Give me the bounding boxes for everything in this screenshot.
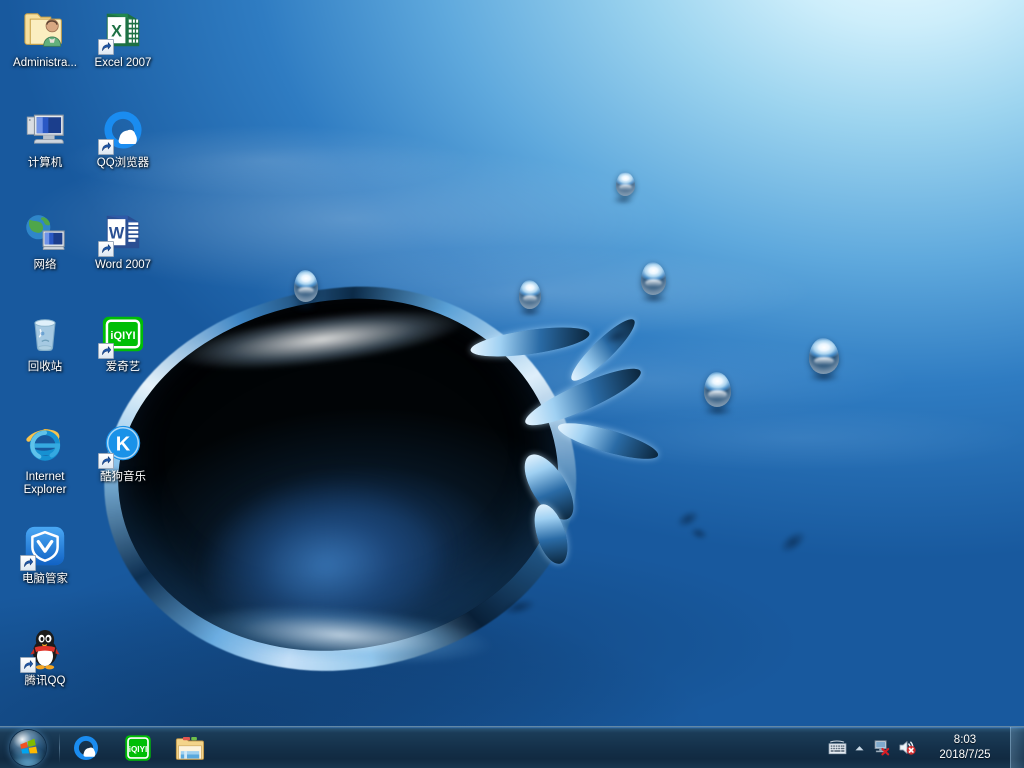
user-folder-icon bbox=[21, 6, 69, 54]
windows-logo-orb-icon bbox=[10, 729, 46, 766]
tray-icon-ime[interactable] bbox=[825, 733, 849, 763]
taskbar-divider bbox=[59, 732, 60, 763]
shortcut-overlay-icon bbox=[98, 343, 114, 359]
system-tray[interactable]: 8:03 2018/7/25 bbox=[824, 726, 1024, 768]
show-desktop-button[interactable] bbox=[1010, 726, 1024, 768]
qq-browser-icon bbox=[98, 106, 147, 155]
keyboard-ime-icon bbox=[828, 740, 846, 755]
desktop-icon-administrator[interactable]: Administra... bbox=[6, 6, 84, 70]
shortcut-overlay-icon bbox=[20, 657, 36, 673]
taskbar-clock[interactable]: 8:03 2018/7/25 bbox=[926, 727, 1004, 768]
clock-time: 8:03 bbox=[953, 733, 977, 746]
taskbar-item-explorer[interactable] bbox=[167, 729, 213, 767]
desktop-icon-iqiyi[interactable]: iQIYI 爱奇艺 bbox=[84, 310, 162, 374]
desktop-icon-label: Excel 2007 bbox=[94, 57, 152, 69]
iqiyi-icon: iQIYI bbox=[125, 734, 151, 761]
chevron-up-icon bbox=[854, 745, 864, 750]
desktop-icon-excel-2007[interactable]: X Excel 2007 bbox=[84, 6, 162, 70]
desktop-icon-qq-browser[interactable]: QQ浏览器 bbox=[84, 106, 162, 170]
recycle-bin-icon bbox=[21, 310, 69, 358]
kugou-icon: K bbox=[98, 420, 147, 469]
desktop-icon-label: Administra... bbox=[13, 57, 77, 69]
shortcut-overlay-icon bbox=[98, 453, 114, 469]
desktop-icon-network[interactable]: 网络 bbox=[6, 208, 84, 272]
network-disconnected-icon bbox=[874, 740, 890, 756]
shortcut-overlay-icon bbox=[98, 139, 114, 155]
desktop-icon-label: Internet Explorer bbox=[23, 471, 67, 496]
desktop-icon-recycle-bin[interactable]: 回收站 bbox=[6, 310, 84, 374]
folder-explorer-icon bbox=[175, 736, 205, 760]
iqiyi-icon: iQIYI bbox=[98, 310, 147, 359]
volume-muted-icon bbox=[898, 741, 916, 755]
desktop-icon-kugou-music[interactable]: K 酷狗音乐 bbox=[84, 420, 162, 484]
tray-show-hidden-icons[interactable] bbox=[850, 733, 868, 763]
taskbar-item-iqiyi[interactable]: iQIYI bbox=[115, 729, 161, 767]
svg-text:X: X bbox=[111, 23, 122, 41]
desktop-icon-label: 腾讯QQ bbox=[24, 675, 66, 687]
qq-browser-icon bbox=[74, 735, 98, 760]
desktop-icon-label: 酷狗音乐 bbox=[100, 471, 146, 483]
svg-text:K: K bbox=[116, 434, 131, 456]
svg-text:W: W bbox=[109, 225, 125, 243]
shortcut-overlay-icon bbox=[20, 555, 36, 571]
desktop-icon-pc-manager[interactable]: 电脑管家 bbox=[6, 522, 84, 586]
taskbar-item-qq-browser[interactable] bbox=[63, 729, 109, 767]
tray-icon-network[interactable] bbox=[869, 733, 893, 763]
desktop-icon-computer[interactable]: 计算机 bbox=[6, 106, 84, 170]
start-button[interactable] bbox=[1, 728, 55, 768]
desktop-icon-internet-explorer[interactable]: Internet Explorer bbox=[6, 420, 84, 497]
shortcut-overlay-icon bbox=[98, 241, 114, 257]
internet-explorer-icon bbox=[21, 420, 69, 468]
qq-penguin-icon bbox=[20, 624, 69, 673]
tray-icon-volume[interactable] bbox=[895, 733, 919, 763]
shortcut-overlay-icon bbox=[98, 39, 114, 55]
clock-date: 2018/7/25 bbox=[939, 748, 991, 761]
computer-icon bbox=[21, 106, 69, 154]
excel-icon: X bbox=[98, 6, 147, 55]
desktop-icon-label: 回收站 bbox=[27, 361, 63, 373]
pc-manager-icon bbox=[20, 522, 69, 571]
taskbar[interactable]: iQIYI 8:03 2018/7/25 bbox=[0, 726, 1024, 768]
desktop-root[interactable]: Administra... X Excel 2007 计算机 QQ浏览器 网络 … bbox=[0, 0, 1024, 768]
desktop-icon-word-2007[interactable]: W Word 2007 bbox=[84, 208, 162, 272]
desktop-icon-label: 计算机 bbox=[27, 157, 63, 169]
svg-text:iQIYI: iQIYI bbox=[110, 330, 135, 342]
network-icon bbox=[21, 208, 69, 256]
desktop-icon-label: 电脑管家 bbox=[22, 573, 68, 585]
desktop-icon-label: 爱奇艺 bbox=[105, 361, 141, 373]
desktop-icon-label: 网络 bbox=[33, 259, 57, 271]
word-icon: W bbox=[98, 208, 147, 257]
desktop-icon-grid: Administra... X Excel 2007 计算机 QQ浏览器 网络 … bbox=[0, 0, 1024, 726]
desktop-icon-label: QQ浏览器 bbox=[96, 157, 150, 169]
svg-text:iQIYI: iQIYI bbox=[129, 745, 148, 754]
desktop-icon-tencent-qq[interactable]: 腾讯QQ bbox=[6, 624, 84, 688]
desktop-icon-label: Word 2007 bbox=[94, 259, 152, 271]
